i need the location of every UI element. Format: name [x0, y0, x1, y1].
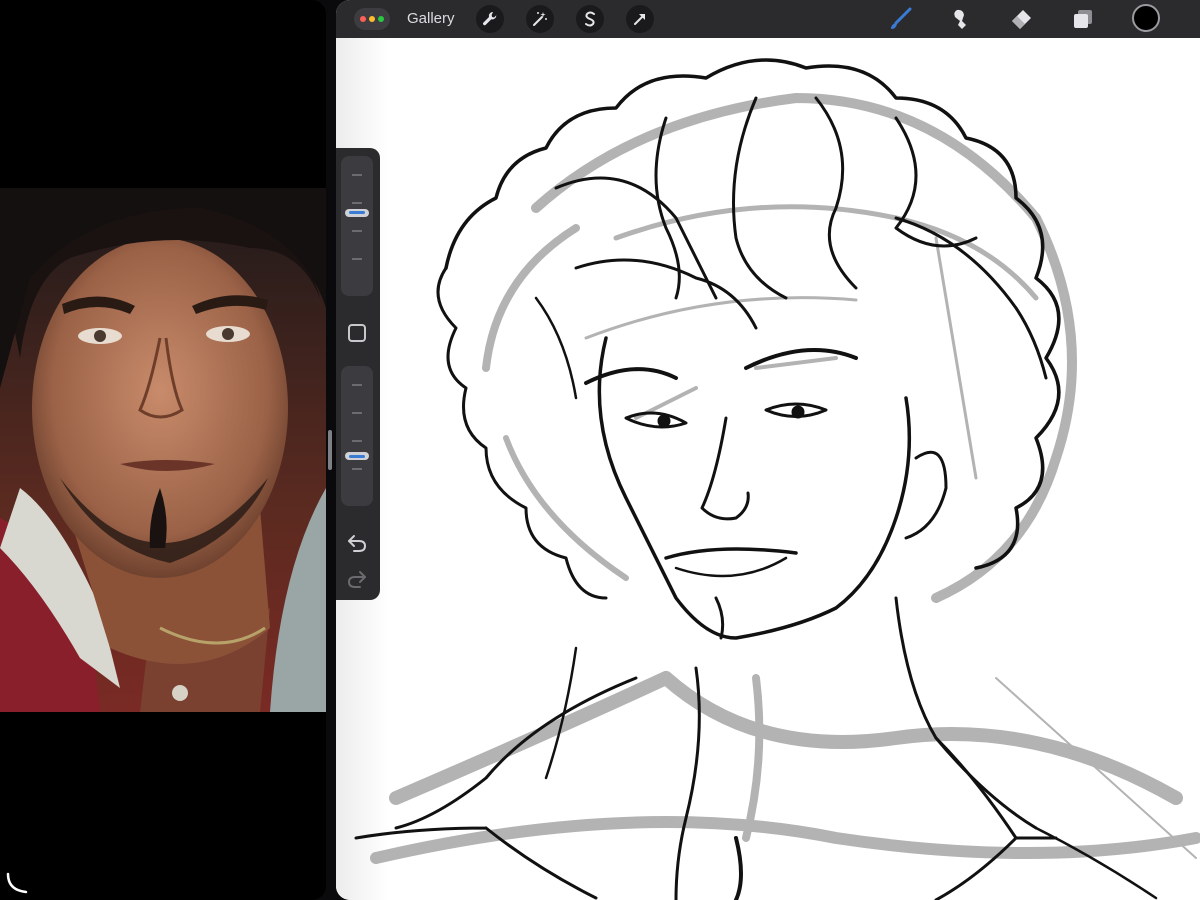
actions-button[interactable] — [476, 5, 504, 33]
drawing-canvas[interactable] — [336, 38, 1200, 900]
drawing-app-window: Gallery — [336, 0, 1200, 900]
selection-button[interactable] — [576, 5, 604, 33]
loading-arc-icon — [6, 872, 28, 894]
eraser-tool-button[interactable] — [1006, 5, 1036, 33]
window-dot-green — [378, 16, 384, 22]
slider-tick — [352, 202, 362, 204]
top-toolbar: Gallery — [336, 0, 1200, 38]
brush-size-thumb[interactable] — [345, 208, 369, 217]
brush-size-slider[interactable] — [341, 156, 373, 296]
selection-s-icon — [585, 11, 595, 27]
reference-photo — [0, 188, 326, 712]
brush-opacity-slider[interactable] — [341, 366, 373, 506]
window-controls-button[interactable] — [354, 8, 390, 30]
brush-tool-button[interactable] — [886, 5, 916, 33]
slider-tick — [352, 258, 362, 260]
smudge-icon — [954, 9, 966, 29]
layers-button[interactable] — [1068, 5, 1098, 33]
magic-wand-icon — [533, 12, 547, 26]
color-swatch-button[interactable] — [1132, 4, 1160, 32]
transform-button[interactable] — [626, 5, 654, 33]
slider-tick — [352, 412, 362, 414]
slider-tick — [352, 384, 362, 386]
split-view-handle[interactable] — [328, 430, 332, 470]
reference-pane — [0, 0, 326, 900]
smudge-tool-button[interactable] — [946, 5, 976, 33]
slider-tick — [352, 174, 362, 176]
eraser-icon — [1012, 10, 1031, 29]
transform-arrow-icon — [634, 14, 645, 25]
window-dot-red — [360, 16, 366, 22]
redo-arrow-icon[interactable] — [346, 568, 368, 590]
adjustments-button[interactable] — [526, 5, 554, 33]
brush-icon — [891, 7, 912, 29]
layers-icon — [1074, 10, 1092, 28]
brush-sidebar — [336, 148, 380, 600]
gallery-button[interactable]: Gallery — [407, 10, 455, 27]
brush-opacity-thumb[interactable] — [345, 452, 369, 461]
undo-arrow-icon[interactable] — [346, 532, 368, 554]
slider-tick — [352, 468, 362, 470]
wrench-icon — [483, 11, 497, 26]
slider-tick — [352, 440, 362, 442]
window-dot-yellow — [369, 16, 375, 22]
square-icon[interactable] — [348, 324, 366, 342]
slider-tick — [352, 230, 362, 232]
